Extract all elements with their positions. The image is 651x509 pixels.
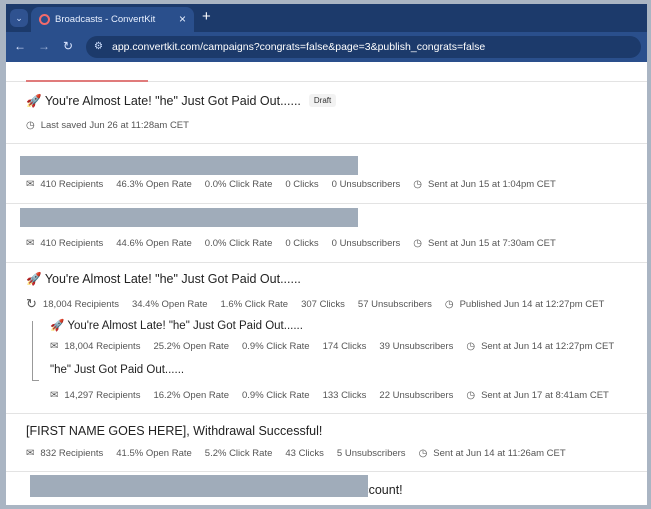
click-rate: 5.2% Click Rate bbox=[204, 448, 273, 459]
clock-icon: ◷ bbox=[26, 120, 35, 131]
clicks: 307 Clicks bbox=[301, 298, 345, 310]
site-settings-icon[interactable]: ⚙ bbox=[94, 41, 103, 52]
browser-window: ⌄ Broadcasts - ConvertKit × + ← → ↻ ⚙ ap… bbox=[6, 4, 647, 505]
broadcast-row[interactable]: [FIRST NAME GOES HERE], Withdrawal Succe… bbox=[6, 414, 647, 472]
child-broadcast[interactable]: "he" Just Got Paid Out...... bbox=[50, 364, 184, 376]
address-bar-row: ← → ↻ ⚙ app.convertkit.com/campaigns?con… bbox=[6, 32, 647, 62]
sent-time: Sent at Jun 14 at 12:27pm CET bbox=[481, 341, 615, 352]
rocket-icon: 🚀 bbox=[50, 320, 65, 332]
unsubscribers: 57 Unsubscribers bbox=[357, 298, 432, 310]
new-tab-button[interactable]: + bbox=[202, 8, 211, 25]
clicks: 133 Clicks bbox=[322, 390, 367, 401]
url-text: app.convertkit.com/campaigns?congrats=fa… bbox=[112, 41, 486, 53]
broadcast-list: 🚀 You're Almost Late! "he" Just Got Paid… bbox=[6, 62, 647, 505]
clock-icon: ◷ bbox=[466, 390, 476, 401]
broadcast-row[interactable]: Account! bbox=[6, 472, 647, 505]
resend-icon: ↻ bbox=[26, 296, 37, 311]
tab-title: Broadcasts - ConvertKit bbox=[55, 14, 156, 25]
broadcast-title: You're Almost Late! "he" Just Got Paid O… bbox=[44, 272, 301, 286]
click-rate: 0.9% Click Rate bbox=[241, 341, 310, 352]
sent-time: Sent at Jun 17 at 8:41am CET bbox=[481, 390, 609, 401]
open-rate: 46.3% Open Rate bbox=[116, 179, 192, 190]
open-rate: 44.6% Open Rate bbox=[116, 238, 192, 249]
envelope-icon: ✉ bbox=[50, 341, 59, 352]
broadcast-row[interactable]: ✉ 410 Recipients 44.6% Open Rate 0.0% Click… bbox=[6, 204, 647, 263]
convertkit-favicon-icon bbox=[39, 14, 50, 25]
click-rate: 1.6% Click Rate bbox=[220, 298, 289, 310]
clicks: 0 Clicks bbox=[285, 179, 319, 190]
tab-search-button[interactable]: ⌄ bbox=[10, 9, 28, 27]
envelope-icon: ✉ bbox=[50, 390, 59, 401]
unsubscribers: 22 Unsubscribers bbox=[379, 390, 454, 401]
open-rate: 41.5% Open Rate bbox=[116, 448, 192, 459]
back-icon[interactable]: ← bbox=[14, 39, 26, 53]
unsubscribers: 5 Unsubscribers bbox=[336, 448, 406, 459]
tab-broadcasts[interactable]: Broadcasts - ConvertKit × bbox=[31, 7, 194, 32]
sent-time: Sent at Jun 14 at 11:26am CET bbox=[433, 448, 566, 459]
click-rate: 0.9% Click Rate bbox=[241, 390, 310, 401]
last-saved: Last saved Jun 26 at 11:28am CET bbox=[40, 120, 189, 131]
broadcast-title: [FIRST NAME GOES HERE], Withdrawal Succe… bbox=[26, 424, 323, 438]
clicks: 0 Clicks bbox=[285, 238, 319, 249]
redacted-title bbox=[20, 156, 358, 175]
redacted-title bbox=[20, 208, 358, 227]
tab-bar: ⌄ Broadcasts - ConvertKit × + bbox=[6, 4, 647, 32]
recipients: 832 Recipients bbox=[40, 448, 104, 459]
draft-badge: Draft bbox=[308, 94, 337, 107]
unsubscribers: 0 Unsubscribers bbox=[331, 238, 401, 249]
reload-icon[interactable]: ↻ bbox=[63, 39, 73, 53]
filter-tabs bbox=[6, 62, 647, 82]
url-field[interactable]: ⚙ app.convertkit.com/campaigns?congrats=… bbox=[86, 36, 641, 58]
rocket-icon: 🚀 bbox=[26, 94, 42, 108]
recipients: 14,297 Recipients bbox=[64, 390, 141, 401]
close-tab-icon[interactable]: × bbox=[179, 12, 186, 26]
sent-time: Sent at Jun 15 at 1:04pm CET bbox=[428, 179, 556, 190]
clicks: 43 Clicks bbox=[285, 448, 324, 459]
child-broadcast[interactable]: 🚀 You're Almost Late! "he" Just Got Paid… bbox=[50, 318, 303, 332]
click-rate: 0.0% Click Rate bbox=[204, 238, 273, 249]
forward-icon[interactable]: → bbox=[38, 39, 50, 53]
broadcast-title: You're Almost Late! "he" Just Got Paid O… bbox=[44, 94, 301, 108]
envelope-icon: ✉ bbox=[26, 179, 35, 190]
recipients: 18,004 Recipients bbox=[42, 298, 119, 310]
clock-icon: ◷ bbox=[418, 448, 428, 459]
broadcast-row[interactable]: ✉ 410 Recipients 46.3% Open Rate 0.0% Click… bbox=[6, 144, 647, 204]
redacted-title bbox=[30, 475, 368, 497]
click-rate: 0.0% Click Rate bbox=[204, 179, 273, 190]
unsubscribers: 0 Unsubscribers bbox=[331, 179, 401, 190]
open-rate: 16.2% Open Rate bbox=[153, 390, 229, 401]
open-rate: 25.2% Open Rate bbox=[153, 341, 229, 352]
broadcast-row-sequence[interactable]: 🚀 You're Almost Late! "he" Just Got Paid… bbox=[6, 263, 647, 414]
open-rate: 34.4% Open Rate bbox=[131, 298, 208, 310]
clock-icon: ◷ bbox=[413, 238, 423, 249]
envelope-icon: ✉ bbox=[26, 448, 35, 459]
unsubscribers: 39 Unsubscribers bbox=[379, 341, 454, 352]
envelope-icon: ✉ bbox=[26, 238, 35, 249]
broadcast-row[interactable]: 🚀 You're Almost Late! "he" Just Got Paid… bbox=[6, 82, 647, 144]
recipients: 410 Recipients bbox=[40, 238, 104, 249]
broadcast-title: You're Almost Late! "he" Just Got Paid O… bbox=[67, 320, 303, 332]
clicks: 174 Clicks bbox=[322, 341, 367, 352]
clock-icon: ◷ bbox=[466, 341, 476, 352]
recipients: 410 Recipients bbox=[40, 179, 104, 190]
clock-icon: ◷ bbox=[413, 179, 423, 190]
clock-icon: ◷ bbox=[444, 298, 454, 310]
rocket-icon: 🚀 bbox=[26, 272, 42, 286]
broadcast-title: "he" Just Got Paid Out...... bbox=[50, 364, 185, 376]
recipients: 18,004 Recipients bbox=[64, 341, 141, 352]
sent-time: Sent at Jun 15 at 7:30am CET bbox=[428, 238, 556, 249]
published-time: Published Jun 14 at 12:27pm CET bbox=[459, 298, 605, 310]
tree-connector bbox=[32, 321, 39, 381]
